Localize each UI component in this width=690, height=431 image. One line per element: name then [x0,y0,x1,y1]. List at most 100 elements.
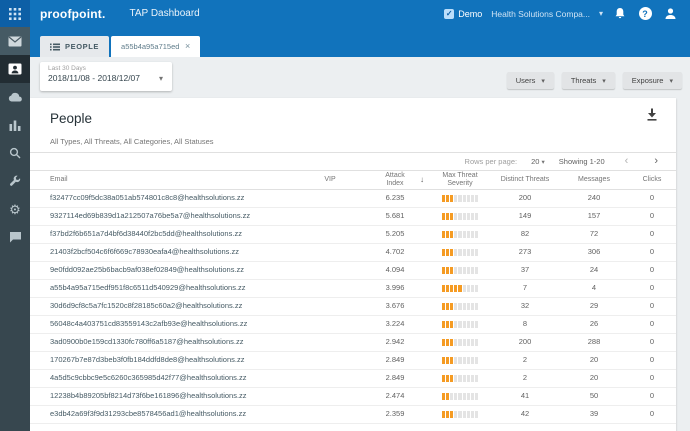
distinct-threats-cell: 200 [518,193,532,203]
sidebar-item-tools[interactable] [0,167,30,195]
prev-page-button[interactable]: ‹ [619,156,635,167]
messages-cell: 306 [587,247,601,257]
avatar-icon [665,8,675,19]
table-row[interactable]: a55b4a95a715edf951f8c6511d540929@healths… [30,280,676,298]
distinct-threats-cell: 41 [520,391,530,401]
severity-cell [430,298,490,315]
sort-desc-icon[interactable]: ↓ [420,175,424,185]
table-row[interactable]: 56048c4a403751cd83559143c2afb93e@healths… [30,316,676,334]
download-button[interactable] [646,108,658,121]
severity-cell [430,370,490,387]
column-header-clicks[interactable]: Clicks [628,171,676,189]
demo-toggle[interactable]: ✓ Demo [444,8,482,19]
table-row[interactable]: 3ad0900b0e159cd1330fc780ff6a5187@healths… [30,334,676,352]
distinct-threats-cell: 200 [518,337,532,347]
clicks-cell: 0 [649,211,655,221]
account-caret-icon[interactable]: ▾ [599,9,603,18]
vip-cell [300,244,360,261]
email-cell[interactable]: a55b4a95a715edf951f8c6511d540929@healths… [30,280,300,297]
column-header-vip[interactable]: VIP [300,171,360,189]
sidebar-item-settings[interactable]: ⚙ [0,195,30,223]
gear-icon: ⚙ [9,201,21,217]
table-body: f32477cc09f5dc38a051ab574801c8c8@healths… [30,190,676,424]
sidebar-item-search[interactable] [0,139,30,167]
date-range-selector[interactable]: Last 30 Days 2018/11/08 - 2018/12/07 ▾ [40,62,172,91]
showing-range: Showing 1-20 [558,157,605,166]
attack-index-cell: 3.996 [385,283,405,293]
email-cell[interactable]: 56048c4a403751cd83559143c2afb93e@healths… [30,316,300,333]
email-cell[interactable]: 3ad0900b0e159cd1330fc780ff6a5187@healths… [30,334,300,351]
sidebar-item-reports[interactable] [0,111,30,139]
table-row[interactable]: f32477cc09f5dc38a051ab574801c8c8@healths… [30,190,676,208]
clicks-cell: 0 [649,355,655,365]
search-icon [9,147,21,159]
table-header-row: Email VIP Attack Index ↓ Max Threat Seve… [30,171,676,190]
table-row[interactable]: f37bd2f6b651a7d4bf6d38440f2bc5dd@healths… [30,226,676,244]
app-title: TAP Dashboard [129,8,200,19]
sidebar-item-mail[interactable] [0,27,30,55]
email-cell[interactable]: 21403f2bcf504c6f6f669c78930eafa4@healths… [30,244,300,261]
column-header-messages[interactable]: Messages [560,171,628,189]
sidebar-item-cloud[interactable] [0,83,30,111]
attack-index-cell: 5.205 [385,229,405,239]
tab-close-icon[interactable]: × [185,42,190,51]
column-header-max-threat-severity[interactable]: Max Threat Severity [430,171,490,189]
next-page-button[interactable]: › [648,156,664,167]
column-header-distinct-threats[interactable]: Distinct Threats [490,171,560,189]
messages-cell: 29 [589,301,599,311]
cloud-icon [8,92,22,102]
table-row[interactable]: 21403f2bcf504c6f6f669c78930eafa4@healths… [30,244,676,262]
brand-logo: proofpoint. [40,6,106,21]
email-cell[interactable]: f32477cc09f5dc38a051ab574801c8c8@healths… [30,190,300,207]
email-cell[interactable]: 30d6d9cf8c5a7fc1520c8f28185c60a2@healths… [30,298,300,315]
clicks-cell: 0 [649,193,655,203]
table-row[interactable]: 9327114ed69b839d1a212507a76be5a7@healths… [30,208,676,226]
sidebar-item-people[interactable] [0,55,30,83]
notifications-button[interactable] [612,6,628,22]
table-row[interactable]: 4a5d5c9cbbc9e5c6260c365985d42f77@healths… [30,370,676,388]
email-cell[interactable]: e3db42a69f3f9d31293cbe8578456ad1@healths… [30,406,300,423]
pagination-bar: Rows per page: 20 ▾ Showing 1-20 ‹ › [30,153,676,171]
column-header-attack-index[interactable]: Attack Index ↓ [360,171,430,189]
help-button[interactable]: ? [637,6,653,22]
demo-checkbox[interactable]: ✓ [444,8,455,19]
email-cell[interactable]: f37bd2f6b651a7d4bf6d38440f2bc5dd@healths… [30,226,300,243]
table-row[interactable]: 170267b7e87d3beb3f0fb184ddfd8de8@healths… [30,352,676,370]
email-cell[interactable]: 9327114ed69b839d1a212507a76be5a7@healths… [30,208,300,225]
clicks-cell: 0 [649,319,655,329]
severity-bar [442,411,478,418]
threats-dropdown-button[interactable]: Threats ▾ [561,72,615,89]
tab-people[interactable]: PEOPLE [40,36,110,57]
table-row[interactable]: 30d6d9cf8c5a7fc1520c8f28185c60a2@healths… [30,298,676,316]
messages-cell: 26 [589,319,599,329]
table-row[interactable]: 12238b4b89205bf8214d73f6be161896@healths… [30,388,676,406]
attack-index-cell: 6.235 [385,193,405,203]
table-row[interactable]: 9e0fdd092ae25b6bacb9af038ef02849@healths… [30,262,676,280]
email-cell[interactable]: 12238b4b89205bf8214d73f6be161896@healths… [30,388,300,405]
rows-per-page-select[interactable]: 20 ▾ [531,157,545,166]
exposure-caret-icon: ▾ [669,77,673,85]
email-cell[interactable]: 9e0fdd092ae25b6bacb9af038ef02849@healths… [30,262,300,279]
sidebar-item-feedback[interactable] [0,223,30,251]
account-selector[interactable]: Health Solutions Compa... [491,9,590,19]
vip-cell [300,262,360,279]
tab-person-detail[interactable]: a55b4a95a715ed... × [111,36,201,57]
column-header-email[interactable]: Email [30,171,300,189]
apps-grid-button[interactable] [0,0,30,27]
severity-bar [442,285,478,292]
exposure-dropdown-button[interactable]: Exposure ▾ [622,72,682,89]
email-cell[interactable]: 4a5d5c9cbbc9e5c6260c365985d42f77@healths… [30,370,300,387]
email-cell[interactable]: 170267b7e87d3beb3f0fb184ddfd8de8@healths… [30,352,300,369]
severity-bar [442,267,478,274]
mail-icon [8,36,22,46]
user-menu-button[interactable] [662,6,678,22]
severity-bar [442,357,478,364]
distinct-threats-cell: 82 [520,229,530,239]
people-table: Email VIP Attack Index ↓ Max Threat Seve… [30,171,676,431]
vip-cell [300,370,360,387]
table-row[interactable]: e3db42a69f3f9d31293cbe8578456ad1@healths… [30,406,676,424]
severity-bar [442,195,478,202]
attack-index-cell: 3.224 [385,319,405,329]
messages-cell: 72 [589,229,599,239]
users-dropdown-button[interactable]: Users ▾ [506,72,554,89]
